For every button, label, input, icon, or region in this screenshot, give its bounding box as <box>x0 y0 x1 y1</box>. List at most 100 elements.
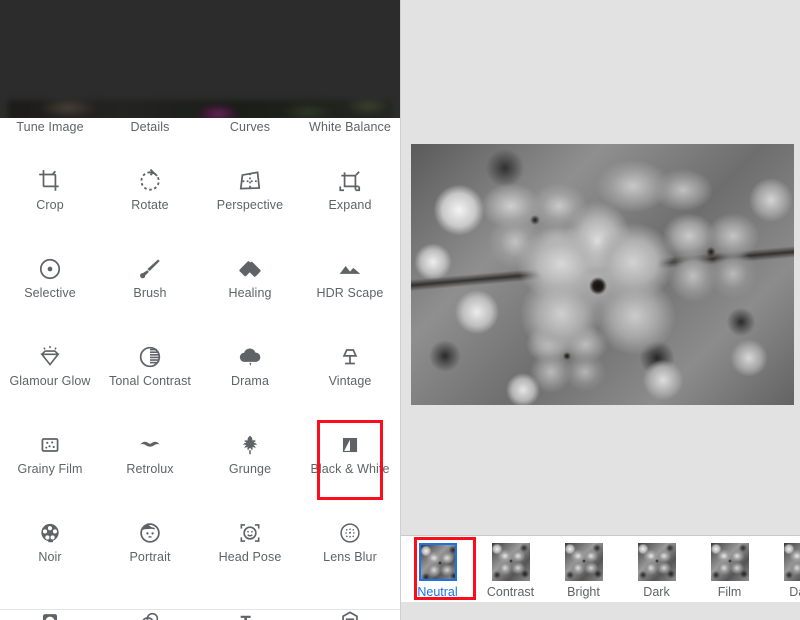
tool-lens-blur[interactable]: Lens Blur <box>300 516 400 598</box>
preset-item[interactable]: Dark <box>766 536 800 600</box>
crop-icon <box>37 164 63 198</box>
tools-panel: Tune Image Details Curves White Balance <box>0 0 400 620</box>
tool-label: Glamour Glow <box>9 374 91 388</box>
preset-thumbnail[interactable] <box>783 543 800 581</box>
preset-label: Dark <box>643 585 670 599</box>
noir-icon <box>37 516 63 550</box>
tool-double-exposure[interactable]: Double Exposure <box>100 604 200 620</box>
tool-grunge[interactable]: Grunge <box>200 428 300 510</box>
preset-item[interactable]: Film <box>693 536 766 600</box>
expand-icon <box>337 164 363 198</box>
tool-label: Grunge <box>228 462 272 476</box>
tool-label: Noir <box>38 550 62 564</box>
preset-thumbnail[interactable] <box>418 543 457 581</box>
tool-selective[interactable]: Selective <box>0 252 100 334</box>
tool-label: Retrolux <box>126 462 174 476</box>
tool-perspective[interactable]: Perspective <box>200 164 300 246</box>
tool-label: Perspective <box>216 198 284 212</box>
rotate-icon <box>137 164 163 198</box>
tool-label: Drama <box>230 374 269 388</box>
grainy-film-icon <box>37 428 63 462</box>
tool-row: Grainy Film Retrolux Grunge Black & Whit… <box>0 422 400 510</box>
black-and-white-icon <box>337 428 363 462</box>
tool-label: Selective <box>24 286 76 300</box>
tool-curves[interactable]: Curves <box>200 118 300 158</box>
tool-crop[interactable]: Crop <box>0 164 100 246</box>
preset-item[interactable]: Bright <box>547 536 620 600</box>
tool-tonal-contrast[interactable]: Tonal Contrast <box>100 340 200 422</box>
preset-label: Bright <box>567 585 600 599</box>
tool-vintage[interactable]: Vintage <box>300 340 400 422</box>
preset-label: Film <box>717 585 742 599</box>
glamour-glow-icon <box>37 340 63 374</box>
tool-vignette[interactable]: Vignette <box>0 604 100 620</box>
tool-noir[interactable]: Noir <box>0 516 100 598</box>
preset-thumbnail[interactable] <box>637 543 676 581</box>
double-exposure-icon <box>137 604 163 620</box>
black-and-white-presets-strip[interactable]: Neutral Contrast Bright Dark Film Dark <box>401 536 800 602</box>
tools-panel-photo-backdrop <box>0 0 400 120</box>
tool-retrolux[interactable]: Retrolux <box>100 428 200 510</box>
preset-thumbnail[interactable] <box>564 543 603 581</box>
preset-item[interactable]: Contrast <box>474 536 547 600</box>
tool-label: Grainy Film <box>17 462 83 476</box>
preset-label: Neutral <box>417 585 458 599</box>
selective-icon <box>37 252 63 286</box>
tool-label: Black & White <box>310 462 390 476</box>
preview-panel: Neutral Contrast Bright Dark Film Dark <box>400 0 800 620</box>
tool-label: Lens Blur <box>323 550 377 564</box>
tool-head-pose[interactable]: Head Pose <box>200 516 300 598</box>
preset-thumbnail[interactable] <box>710 543 749 581</box>
tool-label: White Balance <box>309 120 391 134</box>
tool-black-and-white[interactable]: Black & White <box>300 428 400 510</box>
tool-hdr-scape[interactable]: HDR Scape <box>300 252 400 334</box>
tools-grid: Tune Image Details Curves White Balance <box>0 118 400 620</box>
tool-label: Portrait <box>129 550 171 564</box>
tool-drama[interactable]: Drama <box>200 340 300 422</box>
tool-label: Head Pose <box>218 550 282 564</box>
healing-icon <box>237 252 263 286</box>
portrait-icon <box>137 516 163 550</box>
tool-white-balance[interactable]: White Balance <box>300 118 400 158</box>
tool-label: Tune Image <box>16 120 84 134</box>
tool-label: Tonal Contrast <box>109 374 191 388</box>
tool-frames[interactable]: Frames <box>300 604 400 620</box>
tool-details[interactable]: Details <box>100 118 200 158</box>
tool-label: Brush <box>133 286 167 300</box>
tool-tune-image[interactable]: Tune Image <box>0 118 100 158</box>
hdr-scape-icon <box>337 252 363 286</box>
left-bottom-divider <box>0 609 400 610</box>
tool-row: Selective Brush Healing HDR Scape <box>0 246 400 334</box>
tool-row: Glamour Glow Tonal Contrast Drama Vintag… <box>0 334 400 422</box>
tool-label: Details <box>130 120 170 134</box>
preset-thumbnail[interactable] <box>491 543 530 581</box>
frames-icon <box>337 604 363 620</box>
tool-label: Vintage <box>328 374 372 388</box>
tool-row: Tune Image Details Curves White Balance <box>0 118 400 158</box>
tonal-contrast-icon <box>137 340 163 374</box>
tool-label: Expand <box>328 198 372 212</box>
drama-icon <box>237 340 263 374</box>
lens-blur-icon <box>337 516 363 550</box>
edited-photo-preview[interactable] <box>411 144 794 405</box>
tool-label: HDR Scape <box>316 286 384 300</box>
tool-brush[interactable]: Brush <box>100 252 200 334</box>
preset-item[interactable]: Dark <box>620 536 693 600</box>
tool-grainy-film[interactable]: Grainy Film <box>0 428 100 510</box>
tool-label: Crop <box>36 198 64 212</box>
tool-label: Curves <box>229 120 271 134</box>
preset-label: Dark <box>789 585 800 599</box>
head-pose-icon <box>237 516 263 550</box>
preset-item[interactable]: Neutral <box>401 536 474 600</box>
tool-expand[interactable]: Expand <box>300 164 400 246</box>
blurred-photo-edge <box>8 100 392 120</box>
tool-rotate[interactable]: Rotate <box>100 164 200 246</box>
tool-text[interactable]: Text <box>200 604 300 620</box>
tool-row: Noir Portrait Head Pose Lens Blur <box>0 510 400 598</box>
text-icon <box>237 604 263 620</box>
tool-portrait[interactable]: Portrait <box>100 516 200 598</box>
tool-label: Healing <box>228 286 272 300</box>
tool-glamour-glow[interactable]: Glamour Glow <box>0 340 100 422</box>
tool-healing[interactable]: Healing <box>200 252 300 334</box>
vintage-icon <box>337 340 363 374</box>
